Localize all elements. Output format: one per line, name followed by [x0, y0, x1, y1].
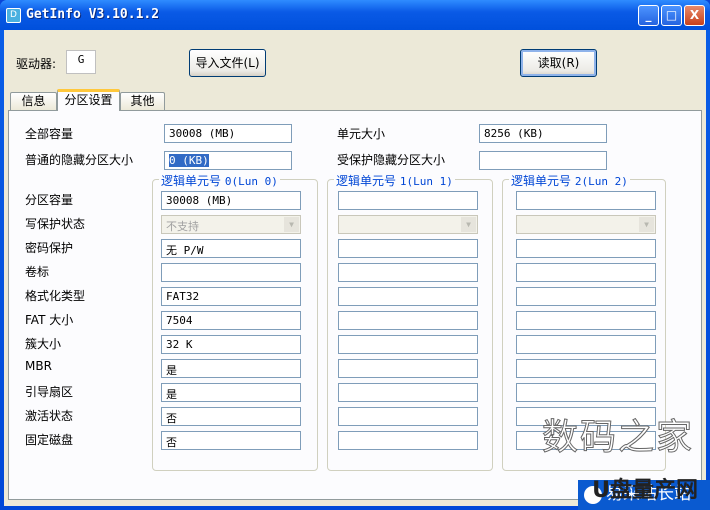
lun-field[interactable]: [516, 335, 656, 354]
client-area: 驱动器: G 导入文件(L) 读取(R) 信息 分区设置 其他 全部容量 300…: [4, 30, 706, 506]
row-label: FAT 大小: [25, 313, 74, 327]
lun-field[interactable]: [338, 239, 478, 258]
lun-field[interactable]: [338, 287, 478, 306]
field-value: 是: [166, 388, 177, 401]
import-file-button[interactable]: 导入文件(L): [189, 49, 266, 77]
hidden-partition-field[interactable]: 0 (KB): [164, 151, 292, 170]
app-icon: D: [6, 8, 21, 23]
tab-info[interactable]: 信息: [10, 92, 57, 110]
field-value: 30008 (MB): [166, 194, 233, 207]
lun-field[interactable]: [516, 191, 656, 210]
lun-field[interactable]: 是: [161, 383, 301, 402]
row-label: 卷标: [25, 265, 50, 279]
lun-field[interactable]: [516, 263, 656, 282]
field-value: 是: [166, 364, 177, 377]
lun-field[interactable]: [516, 239, 656, 258]
lun-field[interactable]: 是: [161, 359, 301, 378]
field-value: 无 P/W: [166, 244, 204, 257]
title-bar: D GetInfo V3.10.1.2 _ □ X: [0, 0, 710, 30]
field-value: 不支持: [166, 220, 199, 233]
unit-size-label: 单元大小: [337, 127, 386, 141]
field-value: 7504: [166, 314, 193, 327]
protected-partition-field[interactable]: [479, 151, 607, 170]
minimize-button[interactable]: _: [638, 5, 659, 26]
chevron-down-icon[interactable]: ▼: [639, 217, 654, 232]
protected-partition-label: 受保护隐藏分区大小: [337, 153, 446, 167]
window-title: GetInfo V3.10.1.2: [26, 7, 160, 22]
lun-field[interactable]: 无 P/W: [161, 239, 301, 258]
row-label: 密码保护: [25, 241, 74, 255]
field-value: 32 K: [166, 338, 193, 351]
row-label: MBR: [25, 359, 52, 373]
lun-group-1: 逻辑单元号 1(Lun 1) ▼: [327, 172, 493, 471]
tab-partition-settings[interactable]: 分区设置: [57, 89, 120, 111]
lun-field[interactable]: [338, 383, 478, 402]
lun-field[interactable]: 7504: [161, 311, 301, 330]
unit-size-field[interactable]: 8256 (KB): [479, 124, 607, 143]
tab-other[interactable]: 其他: [120, 92, 165, 110]
lun-field[interactable]: [338, 359, 478, 378]
read-button[interactable]: 读取(R): [520, 49, 597, 77]
lun-field[interactable]: [516, 359, 656, 378]
field-value: 否: [166, 436, 177, 449]
lun-field[interactable]: [338, 263, 478, 282]
lun-field[interactable]: [161, 263, 301, 282]
lun-group-title: 逻辑单元号 1(Lun 1): [334, 172, 455, 189]
lun-field[interactable]: 否: [161, 431, 301, 450]
lun-field[interactable]: [338, 335, 478, 354]
lun-field[interactable]: [516, 311, 656, 330]
lun-field[interactable]: 30008 (MB): [161, 191, 301, 210]
lun-field[interactable]: FAT32: [161, 287, 301, 306]
close-button[interactable]: X: [684, 5, 705, 26]
hidden-partition-label: 普通的隐藏分区大小: [25, 153, 134, 167]
write-protect-select[interactable]: 不支持 ▼: [161, 215, 301, 234]
lun-field[interactable]: 否: [161, 407, 301, 426]
window: D GetInfo V3.10.1.2 _ □ X 驱动器: G 导入文件(L)…: [0, 0, 710, 510]
row-label: 引导扇区: [25, 385, 74, 399]
lun-field[interactable]: [516, 287, 656, 306]
lun-field[interactable]: [338, 407, 478, 426]
chevron-down-icon[interactable]: ▼: [461, 217, 476, 232]
drive-label: 驱动器:: [16, 57, 57, 71]
lun-group-title: 逻辑单元号 2(Lun 2): [509, 172, 630, 189]
watermark-text-2: U盘量产网: [592, 478, 698, 503]
chevron-down-icon[interactable]: ▼: [284, 217, 299, 232]
lun-field[interactable]: [338, 191, 478, 210]
row-label: 激活状态: [25, 409, 74, 423]
lun-field[interactable]: [516, 383, 656, 402]
watermark-text: 数码之家: [541, 417, 694, 459]
row-label: 簇大小: [25, 337, 62, 351]
lun-field[interactable]: [338, 311, 478, 330]
drive-input[interactable]: G: [66, 50, 96, 74]
total-capacity-field[interactable]: 30008 (MB): [164, 124, 292, 143]
total-capacity-label: 全部容量: [25, 127, 74, 141]
lun-field[interactable]: [338, 431, 478, 450]
lun-group-title: 逻辑单元号 0(Lun 0): [159, 172, 280, 189]
field-value: 否: [166, 412, 177, 425]
maximize-button[interactable]: □: [661, 5, 682, 26]
row-label: 格式化类型: [25, 289, 86, 303]
lun-group-0: 逻辑单元号 0(Lun 0) 30008 (MB) 不支持 ▼ 无 P/W FAT32 75…: [152, 172, 318, 471]
row-label: 写保护状态: [25, 217, 86, 231]
row-label: 分区容量: [25, 193, 74, 207]
row-label: 固定磁盘: [25, 433, 74, 447]
lun-field[interactable]: 32 K: [161, 335, 301, 354]
field-value: FAT32: [166, 290, 200, 303]
write-protect-select[interactable]: ▼: [338, 215, 478, 234]
write-protect-select[interactable]: ▼: [516, 215, 656, 234]
